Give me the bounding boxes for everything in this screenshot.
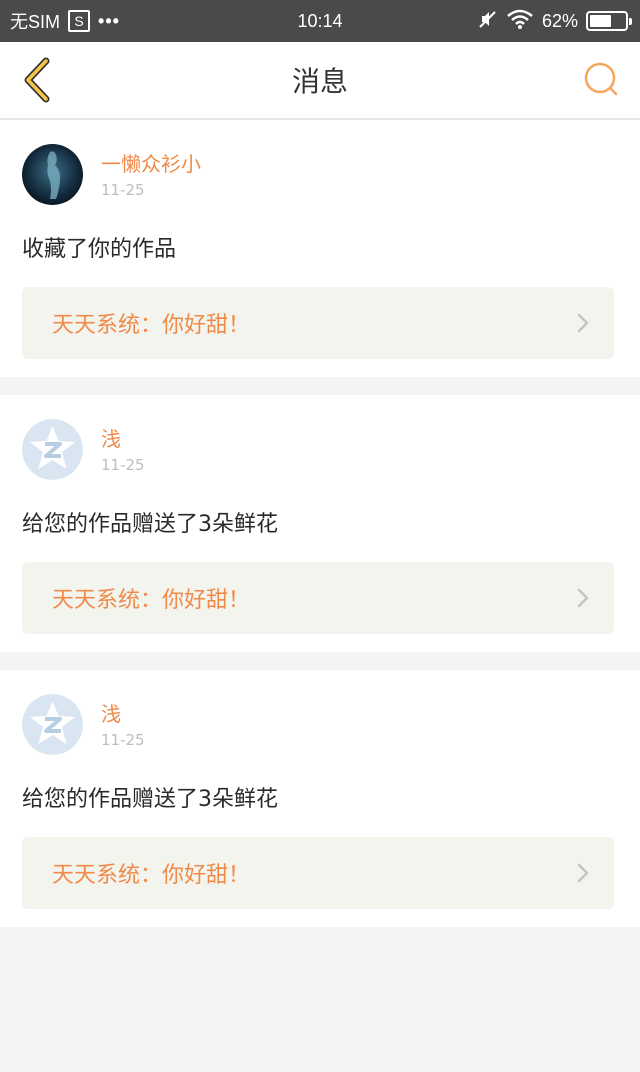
avatar[interactable] [22,694,83,755]
message-card: 一懒众衫小 11-25 收藏了你的作品 天天系统：你好甜！ [0,120,640,377]
message-text: 收藏了你的作品 [22,237,177,262]
user-meta: 浅 11-25 [101,426,145,474]
referenced-work-title: 天天系统：你好甜！ [52,863,251,888]
default-avatar-icon [22,419,83,480]
referenced-work-title: 天天系统：你好甜！ [52,313,251,338]
status-left: 无SIM S ••• [10,8,120,34]
battery-icon [586,11,632,31]
mute-icon [478,9,498,34]
more-notifications-icon: ••• [98,10,120,31]
message-list: 一懒众衫小 11-25 收藏了你的作品 天天系统：你好甜！ 浅 11-25 给您… [0,120,640,927]
chevron-right-icon [577,588,589,608]
search-button[interactable] [580,58,624,102]
user-name[interactable]: 浅 [101,701,145,727]
default-avatar-icon [22,694,83,755]
nav-bar: 消息 [0,42,640,120]
status-bar: 无SIM S ••• 10:14 62% [0,0,640,42]
avatar[interactable] [22,419,83,480]
user-meta: 浅 11-25 [101,701,145,749]
message-card: 浅 11-25 给您的作品赠送了3朵鲜花 天天系统：你好甜！ [0,395,640,652]
avatar[interactable] [22,144,83,205]
search-icon [584,62,618,96]
user-name[interactable]: 浅 [101,426,145,452]
chevron-right-icon [577,863,589,883]
wifi-icon [506,9,534,34]
referenced-work[interactable]: 天天系统：你好甜！ [22,562,614,634]
user-name[interactable]: 一懒众衫小 [101,151,201,177]
battery-level [590,15,612,27]
message-text: 给您的作品赠送了3朵鲜花 [22,512,278,537]
page-title: 消息 [291,65,348,98]
referenced-work[interactable]: 天天系统：你好甜！ [22,287,614,359]
referenced-work[interactable]: 天天系统：你好甜！ [22,837,614,909]
chevron-right-icon [577,313,589,333]
message-header: 一懒众衫小 11-25 [22,144,614,205]
message-date: 11-25 [101,180,145,199]
message-card: 浅 11-25 给您的作品赠送了3朵鲜花 天天系统：你好甜！ [0,670,640,927]
message-text: 给您的作品赠送了3朵鲜花 [22,787,278,812]
carrier-label: 无SIM [10,12,61,32]
back-button[interactable] [16,57,60,103]
user-meta: 一懒众衫小 11-25 [101,151,201,199]
sim-app-icon: S [68,10,91,32]
message-date: 11-25 [101,455,145,474]
battery-percent: 62% [541,10,578,31]
status-right: 62% [478,9,632,34]
message-header: 浅 11-25 [22,694,614,755]
message-header: 浅 11-25 [22,419,614,480]
referenced-work-title: 天天系统：你好甜！ [52,588,251,613]
chevron-left-icon [24,57,50,103]
message-date: 11-25 [101,730,145,749]
